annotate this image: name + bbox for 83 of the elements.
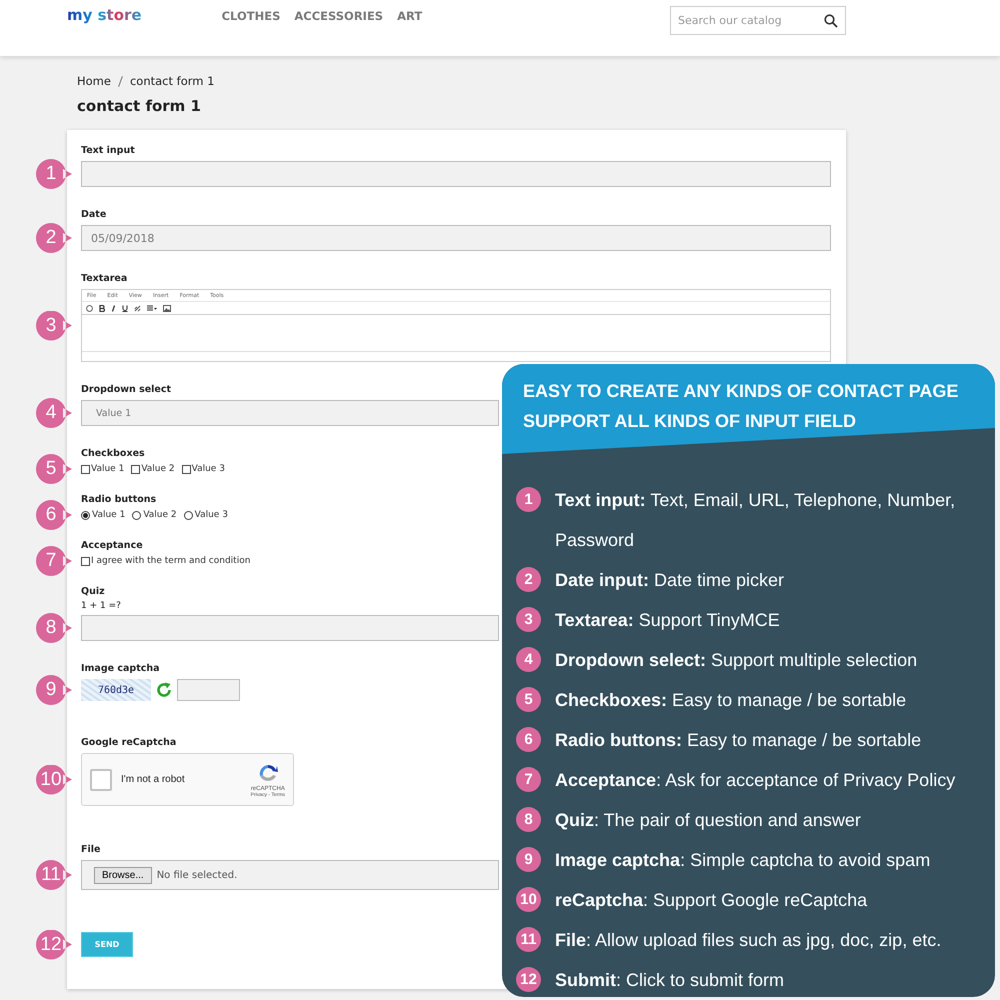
number-badge: 1 (516, 487, 541, 512)
link-icon[interactable] (134, 304, 141, 312)
robot-label: I'm not a robot (121, 774, 185, 785)
number-marker: 2 (36, 223, 73, 253)
number-marker: 5 (36, 454, 73, 484)
field-label: Date (81, 209, 106, 220)
captcha-field[interactable] (177, 679, 240, 701)
search-icon[interactable] (824, 14, 838, 28)
number-badge: 3 (516, 607, 541, 632)
emoji-icon[interactable] (86, 304, 93, 312)
field-label: Radio buttons (81, 494, 156, 505)
number-marker: 6 (36, 500, 73, 530)
number-badge: 11 (516, 927, 541, 952)
number-marker: 7 (36, 546, 73, 576)
field-label: Text input (81, 145, 135, 156)
panel-title: SUPPORT ALL KINDS OF INPUT FIELD (523, 410, 858, 433)
italic-icon[interactable] (111, 304, 116, 312)
number-badge: 2 (516, 567, 541, 592)
feature-description: Submit: Click to submit form (555, 969, 784, 992)
feature-description: Quiz: The pair of question and answer (555, 809, 861, 832)
checkbox-option[interactable]: I agree with the term and condition (81, 556, 250, 566)
number-marker: 3 (36, 310, 73, 340)
number-badge: 6 (516, 727, 541, 752)
file-status: No file selected. (156, 870, 238, 880)
field-label: Acceptance (81, 540, 143, 551)
dropdown-select[interactable]: Value 1 (81, 400, 499, 426)
checkbox-option[interactable]: Value 3 (182, 464, 225, 474)
number-marker: 1 (36, 159, 73, 189)
number-badge: 8 (516, 807, 541, 832)
feature-description: Image captcha: Simple captcha to avoid spam (555, 849, 930, 872)
text-field[interactable] (81, 161, 831, 187)
nav-link[interactable]: CLOTHES (222, 9, 280, 23)
breadcrumb-link[interactable]: Home (77, 74, 111, 88)
feature-description: File: Allow upload files such as jpg, doc, zip, etc. (555, 929, 942, 952)
feature-description: Dropdown select: Support multiple selection (555, 649, 918, 672)
radio-option[interactable]: Value 1 (81, 510, 126, 520)
underline-icon[interactable] (122, 304, 128, 312)
text-field[interactable]: 05/09/2018 (81, 225, 831, 251)
feature-description: Radio buttons: Easy to manage / be sortable (555, 729, 922, 752)
number-marker: 8 (36, 613, 73, 643)
field-label: Image captcha (81, 663, 160, 674)
number-marker: 9 (36, 675, 73, 705)
feature-description: Checkboxes: Easy to manage / be sortable (555, 689, 906, 712)
field-label: Dropdown select (81, 384, 172, 395)
breadcrumb-link[interactable]: contact form 1 (130, 74, 214, 88)
search-field[interactable]: Search our catalog (670, 6, 846, 35)
number-badge: 9 (516, 847, 541, 872)
field-label: File (81, 844, 100, 855)
number-badge: 10 (516, 887, 541, 912)
image-icon[interactable] (163, 304, 171, 312)
number-marker: 4 (36, 398, 73, 428)
field-label: Checkboxes (81, 448, 145, 459)
nav-link[interactable]: ART (397, 9, 422, 23)
feature-description: Acceptance: Ask for acceptance of Privacy Policy (555, 769, 956, 792)
panel-title: EASY TO CREATE ANY KINDS OF CONTACT PAGE (523, 380, 960, 403)
robot-checkbox[interactable] (90, 768, 112, 790)
checkbox-option[interactable]: Value 2 (131, 464, 175, 474)
feature-description: Textarea: Support TinyMCE (555, 609, 780, 632)
captcha-image: 760d3e (81, 679, 151, 701)
radio-option[interactable]: Value 3 (184, 510, 228, 520)
refresh-icon[interactable] (155, 681, 173, 699)
bold-icon[interactable] (99, 304, 105, 312)
number-marker: 12 (36, 930, 73, 960)
browse-button[interactable]: Browse... (94, 866, 152, 884)
field-label: Textarea (81, 273, 128, 284)
quiz-question: 1 + 1 =? (81, 601, 122, 611)
field-label: Quiz (81, 586, 105, 597)
number-badge: 12 (516, 967, 541, 992)
page-title: contact form 1 (77, 97, 202, 115)
align-icon[interactable] (147, 304, 157, 312)
radio-option[interactable]: Value 2 (132, 510, 177, 520)
number-marker: 11 (36, 860, 73, 890)
checkbox-option[interactable]: Value 1 (81, 464, 124, 474)
text-field[interactable] (81, 615, 499, 641)
number-marker: 10 (36, 764, 73, 794)
feature-description: Date input: Date time picker (555, 569, 784, 592)
feature-description: reCaptcha: Support Google reCaptcha (555, 889, 868, 912)
feature-description: Text input: Text, Email, URL, Telephone, Number, Password (555, 489, 956, 552)
nav-link[interactable]: ACCESSORIES (294, 9, 384, 23)
field-label: Google reCaptcha (81, 737, 176, 748)
number-badge: 4 (516, 647, 541, 672)
number-badge: 5 (516, 687, 541, 712)
number-badge: 7 (516, 767, 541, 792)
